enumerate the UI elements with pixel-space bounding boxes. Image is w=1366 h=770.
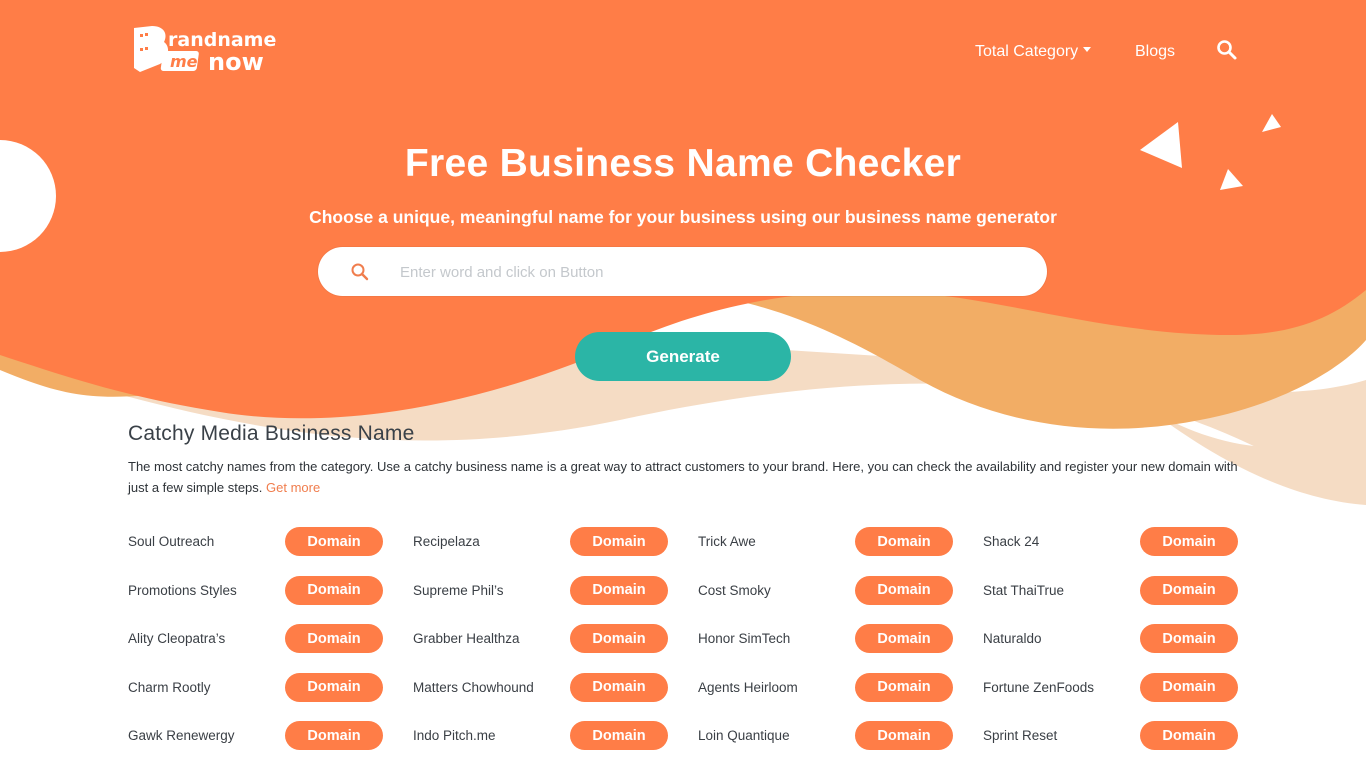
name-item: Charm Rootly Domain	[128, 672, 413, 721]
business-name: Agents Heirloom	[698, 679, 798, 695]
search-icon[interactable]	[1216, 39, 1238, 61]
business-name: Grabber Healthza	[413, 631, 520, 646]
business-name: Fortune ZenFoods	[983, 679, 1095, 695]
name-item: Agents Heirloom Domain	[698, 672, 983, 721]
domain-button[interactable]: Domain	[855, 624, 953, 653]
domain-button[interactable]: Domain	[1140, 527, 1238, 556]
business-name: Trick Awe	[698, 534, 756, 549]
caret-down-icon	[1083, 47, 1092, 53]
name-item: Sprint Reset Domain	[983, 721, 1268, 769]
name-item: Indo Pitch.me Domain	[413, 721, 698, 769]
page-title: Free Business Name Checker	[404, 142, 962, 185]
business-name: Soul Outreach	[128, 534, 215, 549]
domain-button[interactable]: Domain	[285, 575, 383, 605]
get-more-link[interactable]: Get more	[266, 480, 320, 495]
name-item: Trick Awe Domain	[698, 527, 983, 575]
nav-blogs[interactable]: Blogs	[1135, 40, 1175, 64]
business-name: Naturaldo	[983, 631, 1042, 646]
domain-button[interactable]: Domain	[855, 575, 953, 605]
name-item: Promotions Styles Domain	[128, 575, 413, 624]
business-name: Indo Pitch.me	[413, 728, 496, 743]
domain-button[interactable]: Domain	[570, 624, 668, 653]
domain-button[interactable]: Domain	[1140, 721, 1238, 750]
business-name: Promotions Styles	[128, 582, 237, 598]
business-name: Cost Smoky	[698, 582, 771, 598]
page-subtitle: Choose a unique, meaningful name for you…	[309, 207, 1057, 227]
domain-button[interactable]: Domain	[570, 527, 668, 556]
name-item: Supreme Phil’s Domain	[413, 575, 698, 624]
name-item: Naturaldo Domain	[983, 624, 1268, 672]
name-item: Recipelaza Domain	[413, 527, 698, 575]
name-item: Soul Outreach Domain	[128, 527, 413, 575]
name-item: Ality Cleopatra’s Domain	[128, 624, 413, 672]
domain-button[interactable]: Domain	[285, 672, 383, 702]
section-title: Catchy Media Business Name	[128, 422, 415, 445]
business-name: Honor SimTech	[698, 631, 791, 646]
domain-button[interactable]: Domain	[855, 527, 953, 556]
search-input[interactable]	[398, 247, 1022, 298]
name-item: Cost Smoky Domain	[698, 575, 983, 624]
name-item: Shack 24 Domain	[983, 527, 1268, 575]
domain-button[interactable]: Domain	[285, 527, 383, 556]
domain-button[interactable]: Domain	[570, 721, 668, 750]
nav-total-category-label: Total Category	[975, 43, 1079, 60]
domain-button[interactable]: Domain	[285, 721, 383, 750]
business-name: Ality Cleopatra’s	[128, 631, 226, 646]
top-nav: Total Category Blogs	[0, 40, 1366, 64]
domain-button[interactable]: Domain	[570, 672, 668, 702]
business-name: Loin Quantique	[698, 728, 790, 743]
domain-button[interactable]: Domain	[285, 624, 383, 653]
domain-button[interactable]: Domain	[570, 575, 668, 605]
business-name: Sprint Reset	[983, 728, 1058, 743]
section-description: The most catchy names from the category.…	[128, 456, 1248, 498]
domain-button[interactable]: Domain	[1140, 624, 1238, 653]
nav-total-category[interactable]: Total Category	[975, 40, 1092, 64]
name-item: Fortune ZenFoods Domain	[983, 672, 1268, 721]
search-icon	[350, 262, 370, 282]
search-bar	[318, 247, 1047, 298]
domain-button[interactable]: Domain	[1140, 575, 1238, 605]
name-item: Stat ThaiTrue Domain	[983, 575, 1268, 624]
domain-button[interactable]: Domain	[1140, 672, 1238, 702]
generate-button[interactable]: Generate	[575, 332, 791, 381]
name-item: Gawk Renewergy Domain	[128, 721, 413, 769]
business-name: Matters Chowhound	[413, 679, 534, 695]
business-name: Supreme Phil’s	[413, 582, 504, 598]
name-grid: Soul Outreach Domain Recipelaza Domain Trick…	[128, 527, 1238, 770]
business-name: Shack 24	[983, 534, 1040, 549]
name-item: Matters Chowhound Domain	[413, 672, 698, 721]
business-name: Stat ThaiTrue	[983, 582, 1065, 598]
domain-button[interactable]: Domain	[855, 721, 953, 750]
name-item: Loin Quantique Domain	[698, 721, 983, 769]
business-name: Gawk Renewergy	[128, 728, 235, 743]
domain-button[interactable]: Domain	[855, 672, 953, 702]
business-name: Charm Rootly	[128, 679, 211, 695]
name-item: Honor SimTech Domain	[698, 624, 983, 672]
name-item: Grabber Healthza Domain	[413, 624, 698, 672]
business-name: Recipelaza	[413, 534, 480, 549]
